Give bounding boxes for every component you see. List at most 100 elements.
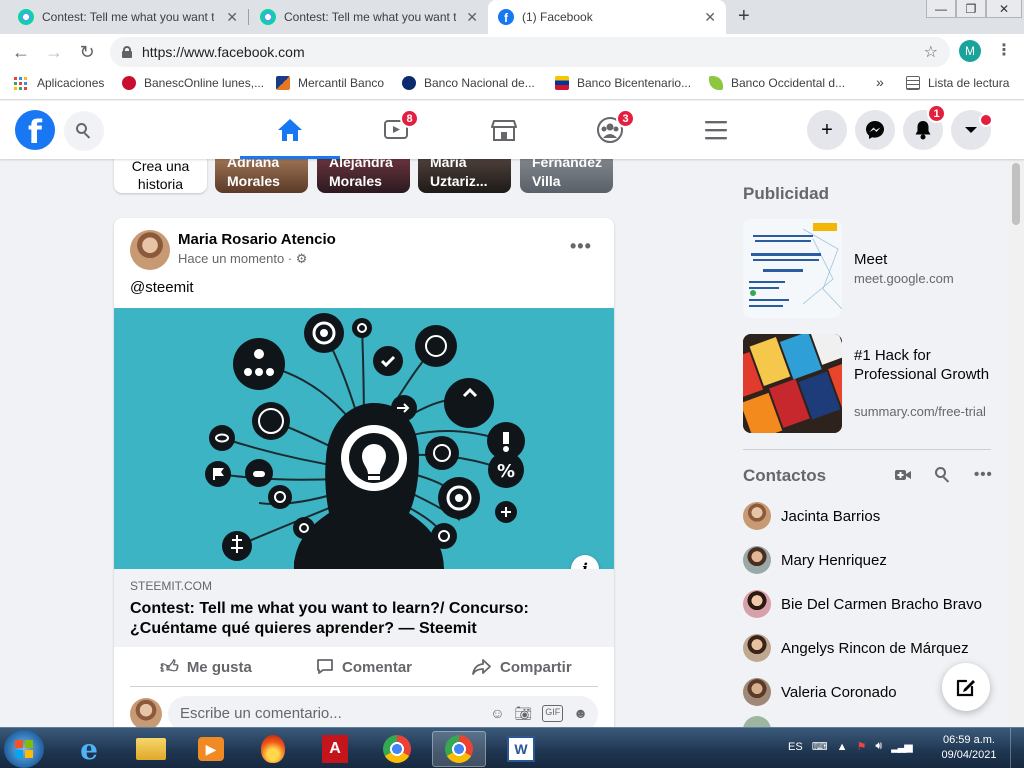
taskbar-word[interactable]: W [494, 731, 548, 767]
forward-button[interactable]: → [42, 40, 66, 64]
learning-head-illustration: % [205, 313, 525, 573]
contact-avatar [743, 678, 771, 706]
post-link-image[interactable]: % [114, 308, 614, 573]
notifications-badge: 1 [927, 104, 946, 123]
keyboard-icon[interactable]: ⌨ [812, 740, 828, 753]
speaker-icon[interactable]: 🔊︎ [875, 740, 882, 753]
tray-expand-icon[interactable]: ▲ [837, 741, 848, 753]
bookmark-bicentenario[interactable]: Banco Bicentenario... [555, 76, 691, 90]
contacts-search-button[interactable] [932, 464, 954, 486]
bookmark-apps[interactable]: Aplicaciones [14, 76, 104, 90]
post-author-name[interactable]: Maria Rosario Atencio [178, 231, 336, 248]
comment-button[interactable]: Comentar [316, 647, 412, 687]
taskbar-burner-app[interactable] [246, 731, 300, 767]
browser-tab-facebook[interactable]: f (1) Facebook ✕ [488, 0, 726, 34]
minimize-button[interactable]: — [926, 0, 956, 18]
create-button[interactable]: + [807, 110, 847, 150]
bookmark-banesco[interactable]: BanescOnline lunes,... [122, 76, 264, 90]
browser-tab-2[interactable]: Contest: Tell me what you want to learn?… [250, 0, 488, 34]
page-scrollbar[interactable] [1008, 159, 1024, 727]
browser-menu-icon[interactable]: ⋮ [996, 40, 1012, 60]
commenter-avatar[interactable] [130, 698, 162, 730]
reload-button[interactable]: ↻ [75, 40, 99, 64]
taskbar-chrome-active[interactable] [432, 731, 486, 767]
contact-name: Angelys Rincon de Márquez [781, 639, 969, 657]
contact-item[interactable]: Angelys Rincon de Márquez [743, 630, 969, 666]
lock-icon [122, 46, 132, 58]
contact-item[interactable] [743, 716, 781, 727]
show-desktop-button[interactable] [1010, 728, 1024, 768]
address-bar[interactable]: https://www.facebook.com ☆ [110, 37, 950, 67]
nav-tab-home[interactable] [240, 101, 340, 159]
emoji-icon[interactable]: ☺ [490, 705, 504, 722]
share-button[interactable]: Compartir [472, 647, 572, 687]
account-menu-button[interactable] [951, 110, 993, 150]
contact-item[interactable]: Jacinta Barrios [743, 498, 880, 534]
ad-meet-thumbnail[interactable] [743, 219, 842, 318]
bookmark-bnc[interactable]: Banco Nacional de... [402, 76, 535, 90]
taskbar-chrome[interactable] [370, 731, 424, 767]
contact-name: Mary Henriquez [781, 551, 887, 569]
profile-avatar[interactable]: M [959, 40, 981, 62]
browser-tab-1[interactable]: Contest: Tell me what you want to learn?… [8, 0, 248, 34]
close-tab-icon[interactable]: ✕ [466, 9, 478, 26]
comment-tools: ☺ 📷︎ GIF ☻ [490, 705, 588, 722]
action-center-flag-icon[interactable]: ⚑ [856, 740, 866, 753]
privacy-gear-icon[interactable]: ⚙ [296, 251, 308, 266]
camera-icon[interactable]: 📷︎ [514, 705, 532, 722]
facebook-search-button[interactable] [64, 111, 104, 151]
ad-books-thumbnail[interactable] [743, 334, 842, 433]
start-button[interactable] [4, 730, 44, 768]
close-tab-icon[interactable]: ✕ [226, 9, 238, 26]
contacts-options-icon[interactable]: ••• [974, 466, 993, 483]
sticker-icon[interactable]: ☻ [573, 705, 588, 722]
bookmarks-bar: Aplicaciones BanescOnline lunes,... Merc… [0, 70, 1024, 100]
close-tab-icon[interactable]: ✕ [704, 9, 716, 26]
language-indicator[interactable]: ES [788, 741, 803, 753]
scrollbar-thumb[interactable] [1012, 163, 1020, 225]
like-button[interactable]: 👍︎ Me gusta [160, 647, 252, 687]
clock-date: 09/04/2021 [941, 749, 997, 761]
gif-icon[interactable]: GIF [542, 705, 564, 722]
window-close-button[interactable]: ✕ [986, 0, 1022, 18]
taskbar-internet-explorer[interactable]: e [62, 731, 116, 767]
link-preview[interactable]: STEEMIT.COM Contest: Tell me what you wa… [114, 569, 614, 647]
new-message-button[interactable] [942, 663, 990, 711]
facebook-logo-icon[interactable]: f [15, 110, 55, 150]
marketplace-store-icon [491, 120, 517, 141]
clock-time: 06:59 a.m. [943, 734, 995, 746]
taskbar-file-explorer[interactable] [124, 731, 178, 767]
nav-tab-groups[interactable]: 3 [560, 101, 660, 159]
maximize-button[interactable]: ❐ [956, 0, 986, 18]
taskbar-acrobat[interactable]: A [308, 731, 362, 767]
reading-list-button[interactable]: Lista de lectura [906, 76, 1009, 90]
bookmarks-overflow-button[interactable]: » [876, 74, 884, 90]
folder-icon [136, 738, 166, 760]
story-label: Crea una historia [131, 158, 190, 192]
windows-taskbar: e ▶ A W ES ⌨ ▲ ⚑ 🔊︎ ▂▃▅ 06:59 a.m. 09/04… [0, 727, 1024, 768]
bookmark-mercantil[interactable]: Mercantil Banco [276, 76, 384, 90]
nav-tab-watch[interactable]: 8 [346, 101, 446, 159]
system-clock[interactable]: 06:59 a.m. 09/04/2021 [934, 733, 1004, 763]
network-signal-icon[interactable]: ▂▃▅ [891, 740, 912, 753]
contact-item[interactable]: Bie Del Carmen Bracho Bravo [743, 586, 982, 622]
back-button[interactable]: ← [9, 40, 33, 64]
ad-title[interactable]: #1 Hack for Professional Growth [854, 346, 994, 384]
notifications-button[interactable]: 1 [903, 104, 946, 150]
ad-title[interactable]: Meet [854, 250, 994, 269]
contact-avatar [743, 502, 771, 530]
search-icon [76, 123, 92, 139]
taskbar-media-player[interactable]: ▶ [184, 731, 238, 767]
contact-item[interactable]: Valeria Coronado [743, 674, 897, 710]
post-options-button[interactable]: ••• [570, 236, 592, 257]
share-label: Compartir [500, 658, 572, 676]
messenger-button[interactable] [855, 110, 895, 150]
new-tab-button[interactable]: + [738, 5, 750, 28]
nav-tab-marketplace[interactable] [454, 101, 554, 159]
contact-item[interactable]: Mary Henriquez [743, 542, 887, 578]
bookmark-occidental[interactable]: Banco Occidental d... [709, 76, 845, 90]
nav-tab-menu[interactable] [666, 101, 766, 159]
post-author-avatar[interactable] [130, 230, 170, 270]
new-room-video-icon[interactable] [894, 467, 912, 488]
bookmark-star-icon[interactable]: ☆ [924, 42, 938, 62]
